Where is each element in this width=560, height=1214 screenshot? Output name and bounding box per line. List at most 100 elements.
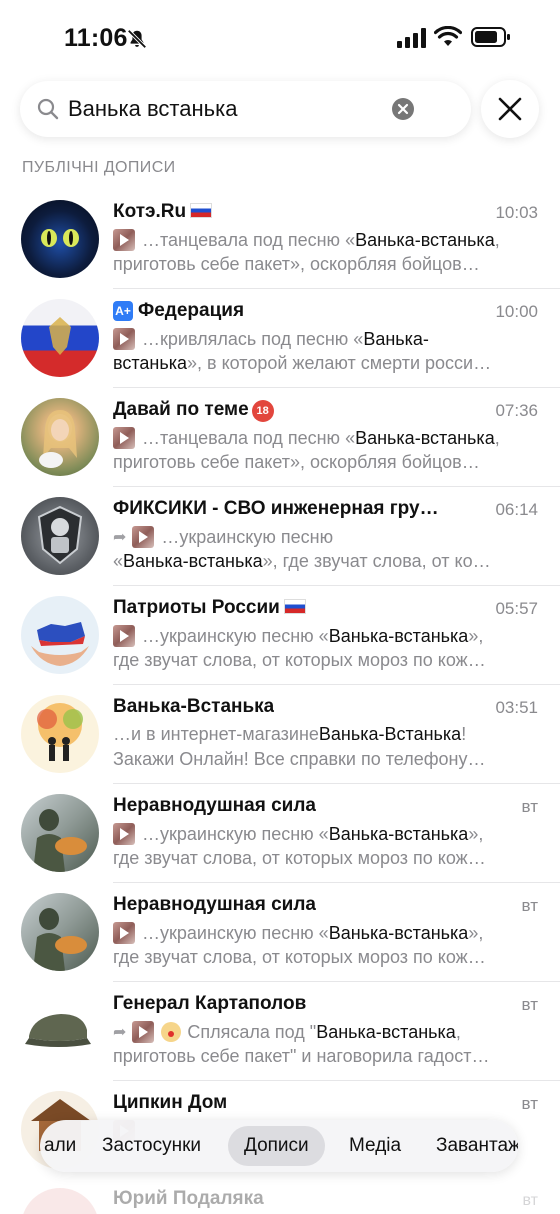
chat-title: Ванька-Встанька xyxy=(113,696,275,717)
avatar xyxy=(21,893,99,971)
snippet-text: ! xyxy=(461,724,467,744)
list-item[interactable]: Неравнодушная сила вт …украинскую песню … xyxy=(0,784,560,883)
timestamp: вт xyxy=(521,797,538,816)
snippet-text: где звучат слова, от которых мороз по ко… xyxy=(113,650,486,670)
snippet-text: , xyxy=(455,1021,461,1042)
video-thumbnail-icon xyxy=(113,427,135,449)
snippet-text: приготовь себе пакет" и наговорила гадос… xyxy=(113,1046,490,1066)
list-item[interactable]: Неравнодушная сила вт …украинскую песню … xyxy=(0,883,560,982)
woman-portrait-image xyxy=(39,410,77,468)
section-title: ПУБЛІЧНІ ДОПИСИ xyxy=(22,159,176,176)
chat-title: Ципкин Дом xyxy=(113,1092,228,1113)
bell-muted-icon xyxy=(127,29,147,49)
video-thumbnail-icon xyxy=(132,1021,155,1043)
timestamp: 10:03 xyxy=(495,203,538,222)
chat-title: Юрий Подаляка xyxy=(113,1188,264,1209)
search-filter-tabs: али Застосунки Дописи Медіа Завантаж xyxy=(40,1120,518,1172)
list-item[interactable]: Патриоты России 05:57 …украинскую песню … xyxy=(0,586,560,685)
timestamp: вт xyxy=(521,896,538,915)
snippet-text: где звучат слова, от которых мороз по ко… xyxy=(113,848,486,868)
coat-of-arms-image xyxy=(49,317,71,355)
tab-apps[interactable]: Застосунки xyxy=(86,1126,217,1166)
timestamp: вт xyxy=(521,995,538,1014)
avatar xyxy=(21,992,99,1070)
snippet-text: , xyxy=(494,229,500,250)
snippet-highlight: встанька xyxy=(113,353,188,373)
list-item[interactable]: Генерал Картаполов вт ➦ Сплясала под " Ва… xyxy=(0,982,560,1081)
close-icon xyxy=(498,97,522,121)
snippet-highlight: Ванька-встанька xyxy=(328,823,469,844)
snippet-text: », xyxy=(468,823,484,844)
tab-posts[interactable]: Дописи xyxy=(228,1126,325,1166)
snippet-text: Закажи Онлайн! Все справки по телефону… xyxy=(113,749,486,769)
tab-downloads[interactable]: Завантаж xyxy=(420,1126,518,1166)
chat-title: Генерал Картаполов xyxy=(113,993,307,1014)
russia-flag-icon xyxy=(190,203,213,218)
search-input[interactable]: Ванька встанька xyxy=(68,81,398,137)
snippet-highlight: Ванька-встанька xyxy=(328,922,469,943)
snippet-highlight: Ванька-Встанька xyxy=(318,724,462,744)
chat-title: Федерация xyxy=(138,300,245,321)
snippet-text: …украинскую песню « xyxy=(142,625,329,646)
snippet-text: « xyxy=(113,551,124,571)
snippet-highlight: Ванька-встанька xyxy=(355,427,495,448)
age-18-badge: 18 xyxy=(251,400,274,422)
snippet-text: , xyxy=(494,427,500,448)
snippet-text: …танцевала под песню « xyxy=(142,427,356,448)
russia-flag-icon xyxy=(283,599,306,614)
timestamp: 07:36 xyxy=(495,401,538,420)
video-thumbnail-icon xyxy=(113,823,135,845)
clear-search-button[interactable] xyxy=(392,98,414,120)
robot-emblem-image xyxy=(37,505,83,565)
avatar xyxy=(21,200,99,278)
snippet-text: …украинскую песню xyxy=(161,526,334,547)
timestamp: 05:57 xyxy=(495,599,538,618)
soldier-with-cat-image xyxy=(33,908,87,971)
close-search-button[interactable] xyxy=(481,80,539,138)
list-item[interactable]: Давай по теме 18 07:36 …танцевала под пес… xyxy=(0,388,560,487)
wifi-icon xyxy=(434,26,462,46)
list-item[interactable]: ФИКСИКИ - СВО инженерная гру… 06:14 ➦ …у… xyxy=(0,487,560,586)
timestamp: вт xyxy=(521,1094,538,1113)
video-thumbnail-icon xyxy=(113,328,135,350)
status-time: 11:06 xyxy=(64,24,128,52)
clown-emoji-icon xyxy=(161,1022,182,1042)
search-icon xyxy=(37,98,59,120)
video-thumbnail-icon xyxy=(132,526,155,548)
snippet-highlight: Ванька-встанька xyxy=(328,625,469,646)
forward-icon: ➦ xyxy=(113,1024,127,1041)
timestamp: 03:51 xyxy=(495,698,538,717)
list-item[interactable]: A+ Федерация 10:00 …кривлялась под песню … xyxy=(0,289,560,388)
list-item[interactable]: Ванька-Встанька 03:51 …и в интернет-мага… xyxy=(0,685,560,784)
clear-icon xyxy=(397,103,409,115)
results-list: Котэ.Ru 10:03 …танцевала под песню «Вань… xyxy=(0,190,560,1180)
snippet-highlight: Ванька- xyxy=(363,328,429,349)
avatar xyxy=(21,497,99,575)
snippet-text: », xyxy=(468,625,484,646)
snippet-text: », где звучат слова, от ко… xyxy=(262,551,491,571)
battery-icon xyxy=(471,27,510,47)
chat-title: Неравнодушная сила xyxy=(113,894,316,915)
russia-map-hands-image xyxy=(31,622,89,666)
tab-media[interactable]: Медіа xyxy=(333,1126,417,1166)
snippet-text: Сплясала под " xyxy=(187,1021,317,1042)
soldier-with-cat-image xyxy=(33,809,87,872)
snippet-highlight: Ванька-встанька xyxy=(123,551,263,571)
chat-title: Котэ.Ru xyxy=(113,201,187,222)
chat-title: Патриоты России xyxy=(113,597,280,618)
avatar xyxy=(21,596,99,674)
forward-icon: ➦ xyxy=(113,529,127,546)
tab-chats[interactable]: али xyxy=(40,1126,92,1166)
snippet-text: где звучат слова, от которых мороз по ко… xyxy=(113,947,486,967)
snippet-text: …украинскую песню « xyxy=(142,922,329,943)
snippet-text: …танцевала под песню « xyxy=(142,229,356,250)
list-item[interactable]: Котэ.Ru 10:03 …танцевала под песню «Вань… xyxy=(0,190,560,289)
family-tree-image xyxy=(37,703,83,761)
video-thumbnail-icon xyxy=(113,625,135,647)
verified-icon: A+ xyxy=(113,301,133,321)
snippet-text: …кривлялась под песню « xyxy=(142,328,364,349)
chat-title: Неравнодушная сила xyxy=(113,795,316,816)
snippet-text: приготовь себе пакет», оскорбляя бойцов… xyxy=(113,452,480,472)
video-thumbnail-icon xyxy=(113,229,135,251)
list-item[interactable]: Юрий Подаляка вт xyxy=(0,1180,560,1214)
